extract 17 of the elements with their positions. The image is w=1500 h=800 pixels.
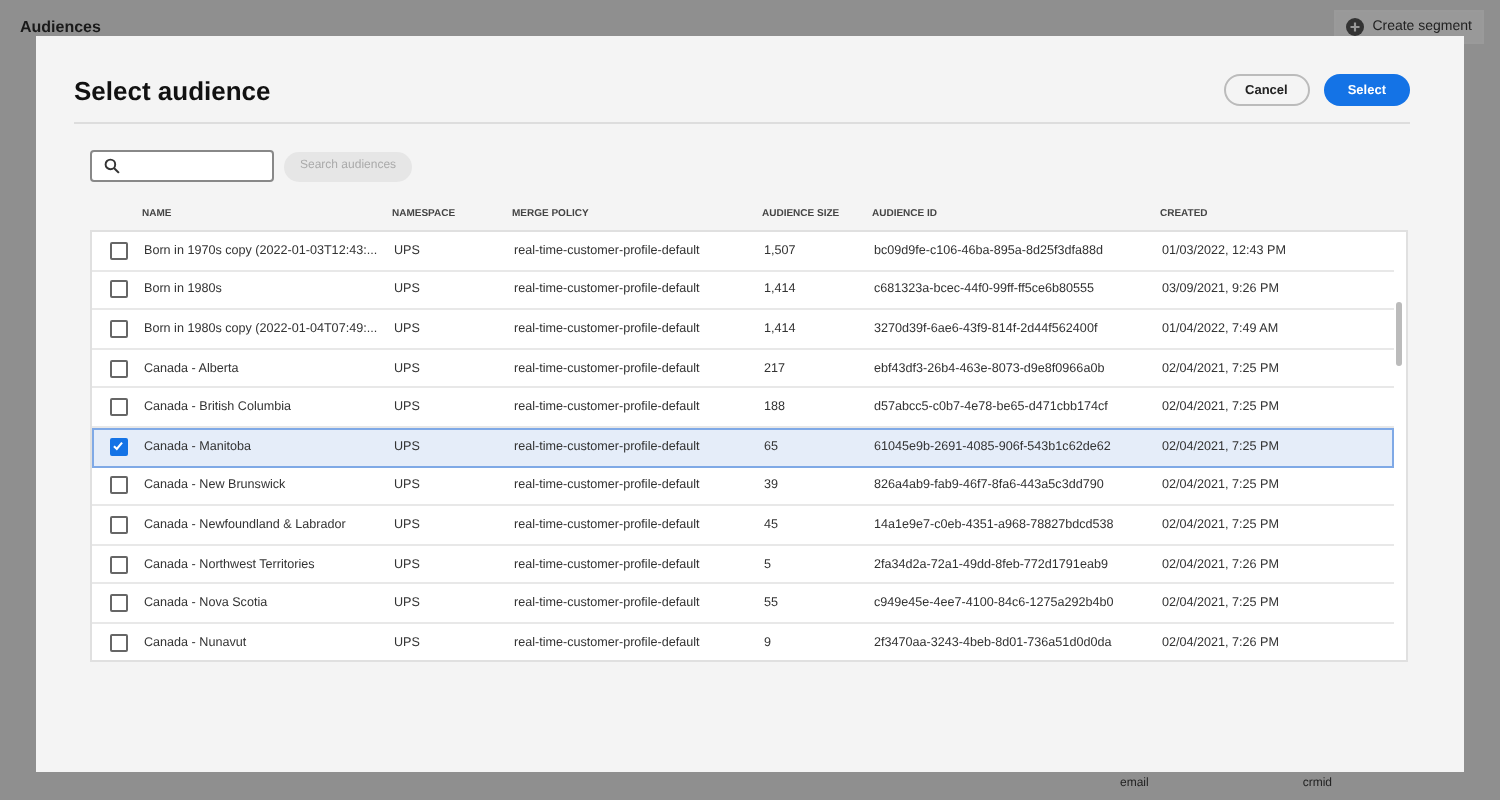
- checkbox[interactable]: [109, 319, 127, 338]
- checkbox[interactable]: [109, 280, 127, 299]
- search-field[interactable]: [90, 150, 274, 182]
- scrollbar-thumb[interactable]: [1396, 302, 1402, 366]
- plus-circle-icon: [1346, 18, 1365, 36]
- page-title: Audiences: [20, 18, 101, 36]
- checkbox[interactable]: [109, 476, 127, 495]
- search-icon: [104, 158, 120, 174]
- checkbox[interactable]: [109, 437, 127, 456]
- checkbox[interactable]: [109, 398, 127, 417]
- checkbox[interactable]: [109, 594, 127, 613]
- checkbox[interactable]: [109, 633, 127, 652]
- checkbox[interactable]: [109, 359, 127, 378]
- dialog-title: Select audience: [74, 75, 271, 105]
- checkbox[interactable]: [109, 555, 127, 574]
- checkbox[interactable]: [109, 515, 127, 534]
- checkbox[interactable]: [109, 241, 127, 260]
